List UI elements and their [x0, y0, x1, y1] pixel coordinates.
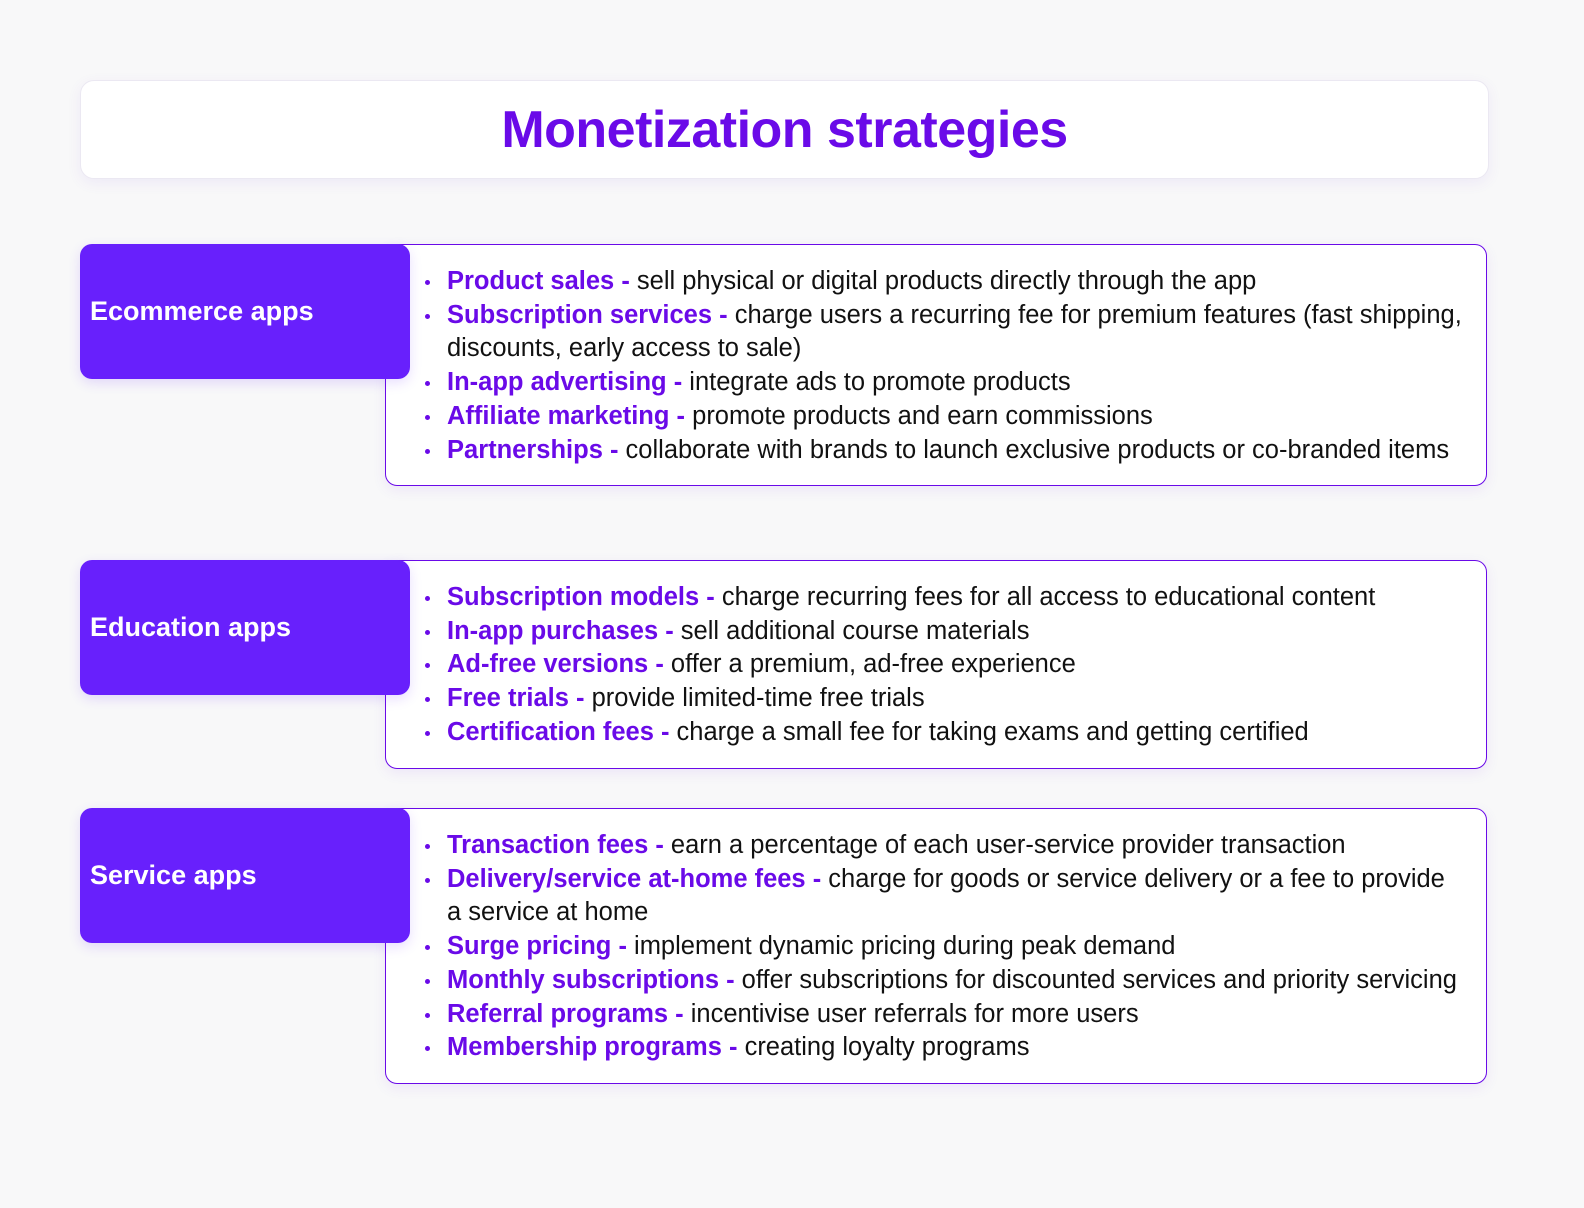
strategy-description: offer a premium, ad-free experience [663, 650, 1076, 679]
strategy-term: Subscription services - [447, 300, 728, 329]
strategy-list-box: Transaction fees - earn a percentage of … [385, 808, 1487, 1084]
page-title: Monetization strategies [501, 100, 1068, 159]
strategy-description: earn a percentage of each user-service p… [663, 831, 1346, 859]
strategy-description: incentivise user referrals for more user… [683, 999, 1139, 1028]
strategy-term: In-app advertising - [447, 368, 683, 397]
strategy-description: sell physical or digital products direct… [629, 267, 1257, 295]
strategy-list: Subscription models - charge recurring f… [386, 581, 1466, 750]
strategy-description: collaborate with brands to launch exclus… [618, 435, 1450, 464]
strategy-description: sell additional course materials [673, 616, 1030, 645]
strategy-term: In-app purchases - [447, 616, 674, 645]
list-item: Membership programs - creating loyalty p… [425, 1031, 1466, 1065]
strategy-description: integrate ads to promote products [682, 368, 1071, 397]
strategy-term: Certification fees - [447, 717, 670, 746]
strategy-term: Free trials - [447, 684, 585, 713]
strategy-term: Ad-free versions - [447, 650, 664, 679]
strategy-description: promote products and earn commissions [685, 401, 1153, 430]
strategy-term: Referral programs - [447, 999, 684, 1028]
strategy-list: Product sales - sell physical or digital… [386, 265, 1466, 467]
list-item: Referral programs - incentivise user ref… [425, 998, 1466, 1032]
category-label: Education apps [80, 560, 410, 695]
list-item: Certification fees - charge a small fee … [425, 716, 1466, 750]
list-item: Monthly subscriptions - offer subscripti… [425, 964, 1466, 998]
strategy-term: Monthly subscriptions - [447, 965, 735, 994]
list-item: Product sales - sell physical or digital… [425, 265, 1466, 299]
list-item: Delivery/service at-home fees - charge f… [425, 863, 1466, 930]
strategy-description: implement dynamic pricing during peak de… [626, 932, 1176, 961]
strategy-list-box: Product sales - sell physical or digital… [385, 244, 1487, 487]
list-item: Ad-free versions - offer a premium, ad-f… [425, 648, 1466, 682]
category-label: Service apps [80, 808, 410, 943]
strategy-list-box: Subscription models - charge recurring f… [385, 560, 1487, 769]
list-item: In-app advertising - integrate ads to pr… [425, 366, 1466, 400]
list-item: In-app purchases - sell additional cours… [425, 615, 1466, 649]
list-item: Partnerships - collaborate with brands t… [425, 434, 1466, 468]
strategy-term: Product sales - [447, 267, 630, 295]
strategy-term: Transaction fees - [447, 831, 664, 859]
strategy-description: offer subscriptions for discounted servi… [734, 965, 1457, 994]
title-card: Monetization strategies [80, 80, 1489, 179]
strategy-description: creating loyalty programs [737, 1033, 1030, 1062]
strategy-term: Subscription models - [447, 583, 715, 611]
list-item: Subscription services - charge users a r… [425, 299, 1466, 366]
strategy-term: Affiliate marketing - [447, 401, 686, 430]
strategy-term: Partnerships - [447, 435, 619, 464]
strategy-term: Delivery/service at-home fees - [447, 864, 822, 893]
strategy-description: charge a small fee for taking exams and … [669, 717, 1309, 746]
list-item: Affiliate marketing - promote products a… [425, 400, 1466, 434]
strategy-description: provide limited-time free trials [584, 684, 925, 713]
strategy-term: Membership programs - [447, 1033, 738, 1062]
strategy-description: charge recurring fees for all access to … [714, 583, 1376, 611]
list-item: Subscription models - charge recurring f… [425, 581, 1466, 615]
strategy-list: Transaction fees - earn a percentage of … [386, 829, 1466, 1065]
category-label: Ecommerce apps [80, 244, 410, 379]
list-item: Surge pricing - implement dynamic pricin… [425, 930, 1466, 964]
strategy-term: Surge pricing - [447, 932, 627, 961]
list-item: Free trials - provide limited-time free … [425, 682, 1466, 716]
list-item: Transaction fees - earn a percentage of … [425, 829, 1466, 863]
